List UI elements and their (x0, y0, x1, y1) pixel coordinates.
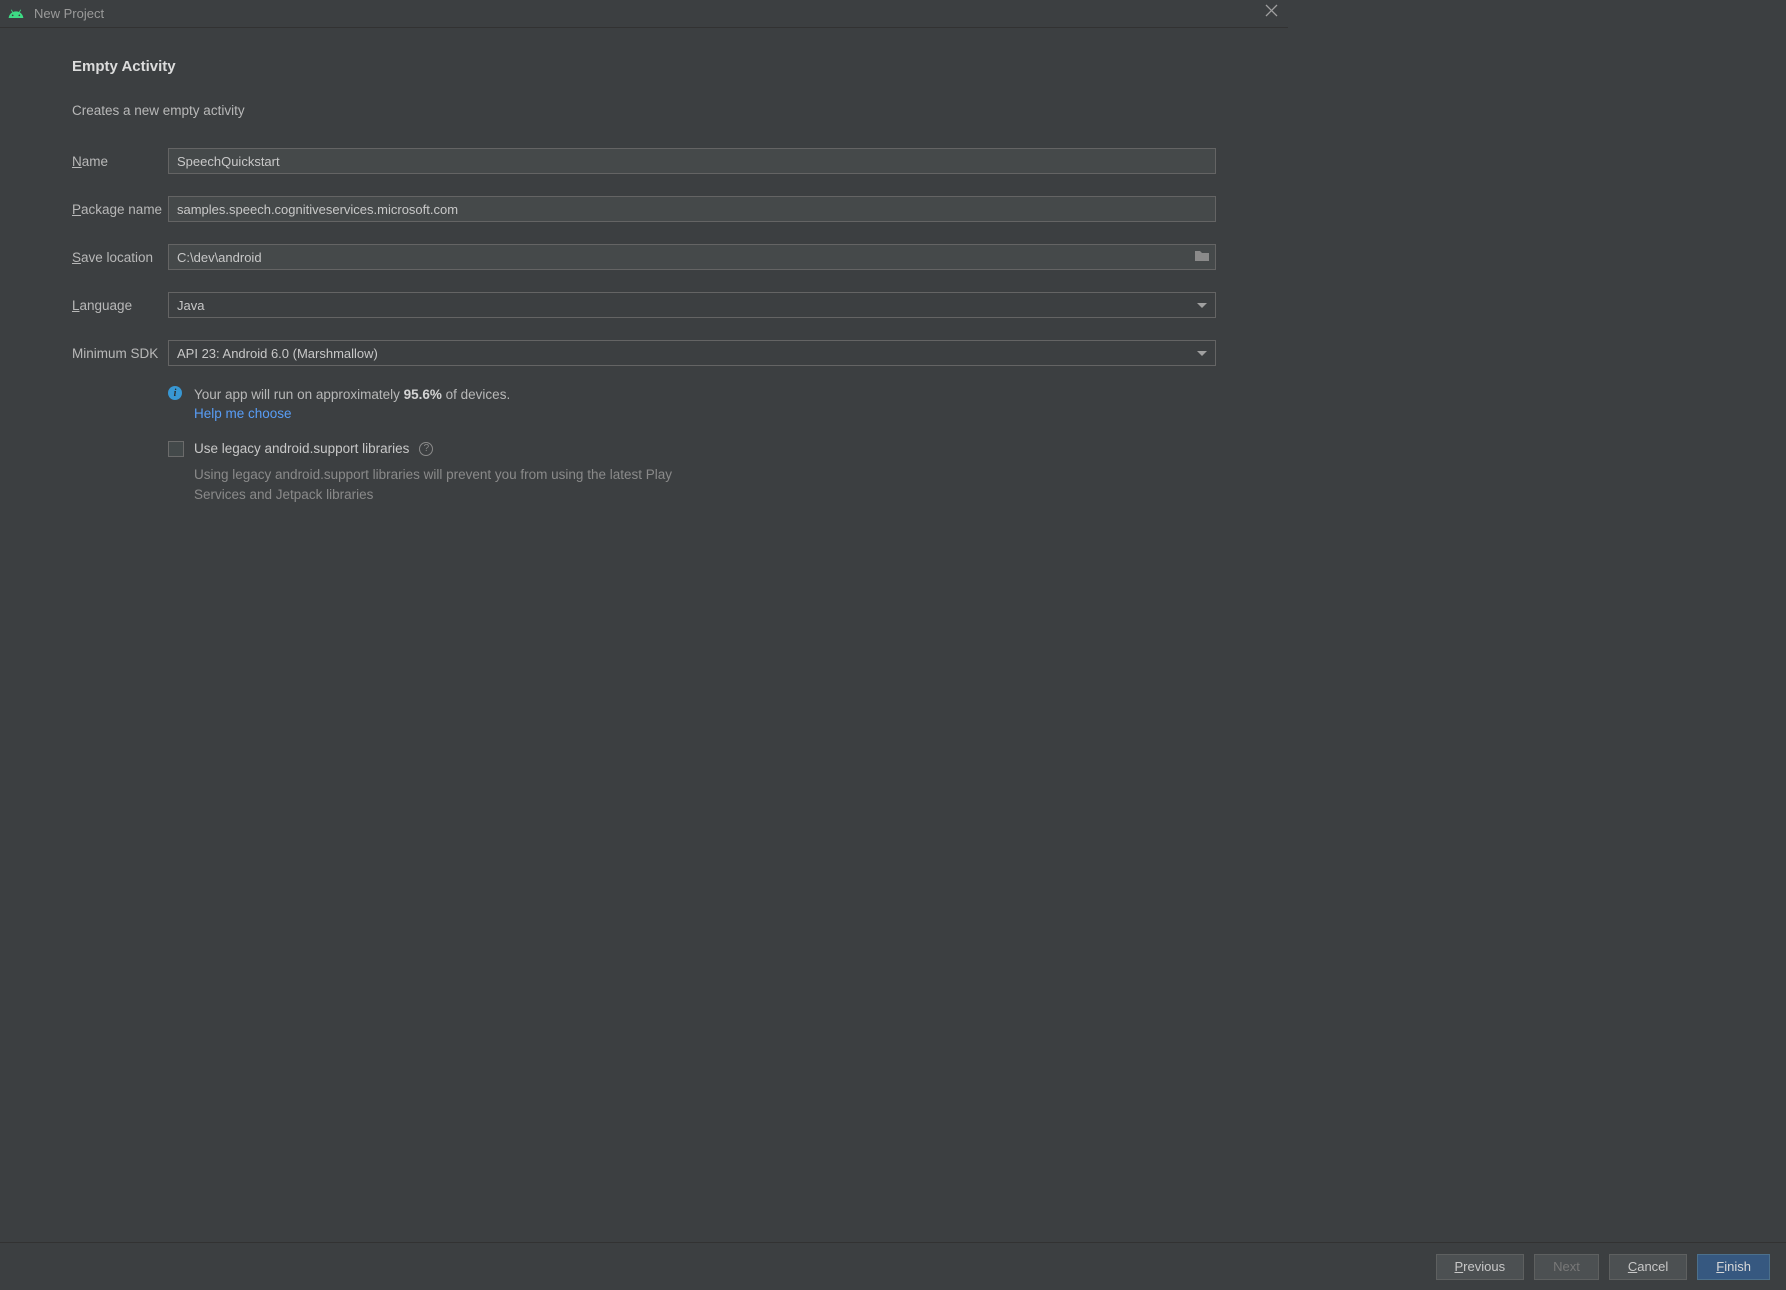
language-label: Language (72, 298, 168, 313)
info-icon: i (168, 386, 182, 400)
save-label: Save location (72, 250, 168, 265)
page-title: Empty Activity (72, 58, 1216, 75)
name-label: Name (72, 154, 168, 169)
window-title: New Project (34, 6, 104, 21)
next-button: Next (1534, 1254, 1599, 1280)
finish-button[interactable]: Finish (1697, 1254, 1770, 1280)
legacy-support-label: Use legacy android.support libraries (194, 441, 409, 456)
package-input[interactable] (168, 196, 1216, 222)
package-label: Package name (72, 202, 168, 217)
language-value: Java (177, 298, 204, 313)
name-input[interactable] (168, 148, 1216, 174)
language-select[interactable]: Java (168, 292, 1216, 318)
folder-icon[interactable] (1194, 249, 1210, 265)
minsdk-label: Minimum SDK (72, 346, 168, 361)
chevron-down-icon (1197, 351, 1207, 356)
previous-button[interactable]: Previous (1436, 1254, 1525, 1280)
footer-buttons: Previous Next Cancel Finish (0, 1242, 1786, 1290)
cancel-button[interactable]: Cancel (1609, 1254, 1687, 1280)
minimum-sdk-select[interactable]: API 23: Android 6.0 (Marshmallow) (168, 340, 1216, 366)
close-icon[interactable] (1265, 4, 1278, 21)
titlebar: New Project (0, 0, 1288, 28)
page-subtitle: Creates a new empty activity (72, 103, 1216, 118)
minsdk-value: API 23: Android 6.0 (Marshmallow) (177, 346, 378, 361)
content-area: Empty Activity Creates a new empty activ… (0, 28, 1288, 505)
android-icon (8, 6, 24, 22)
chevron-down-icon (1197, 303, 1207, 308)
device-coverage-info: i Your app will run on approximately 95.… (168, 384, 1216, 421)
legacy-support-description: Using legacy android.support libraries w… (194, 465, 694, 506)
help-me-choose-link[interactable]: Help me choose (194, 406, 510, 421)
save-location-input[interactable] (168, 244, 1216, 270)
help-icon[interactable]: ? (419, 442, 433, 456)
legacy-support-checkbox[interactable] (168, 441, 184, 457)
coverage-text: Your app will run on approximately 95.6%… (194, 384, 510, 406)
